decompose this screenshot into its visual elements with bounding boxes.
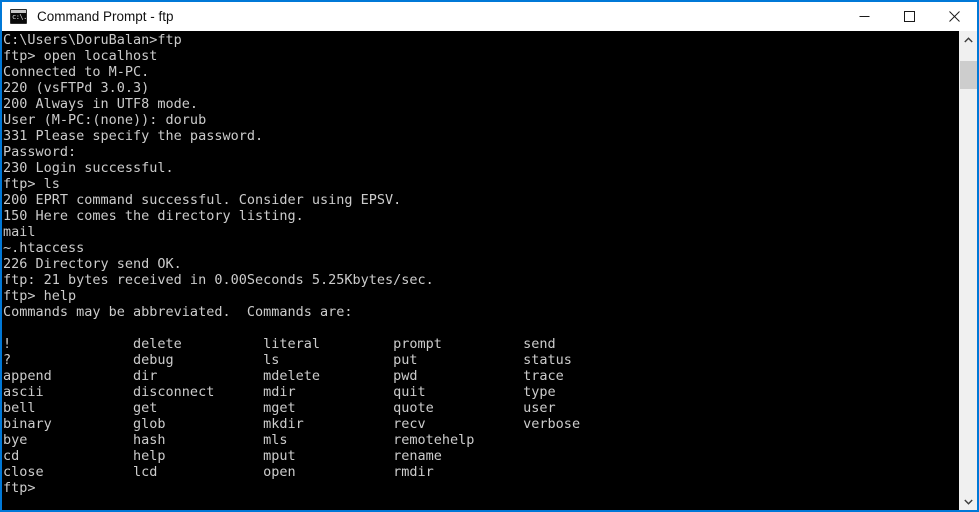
- command-prompt-window: c:\. Command Prompt - ftp C:\Users\DoruB…: [0, 0, 979, 512]
- minimize-icon: [859, 16, 870, 17]
- scroll-up-button[interactable]: [960, 31, 977, 48]
- chevron-up-icon: [964, 36, 973, 42]
- scrollbar-thumb[interactable]: [960, 61, 977, 89]
- maximize-icon: [904, 11, 915, 22]
- window-controls: [842, 2, 977, 31]
- console-icon-glyph: c:\.: [12, 13, 27, 21]
- terminal-output-pane[interactable]: C:\Users\DoruBalan>ftp ftp> open localho…: [2, 31, 959, 510]
- vertical-scrollbar[interactable]: [959, 31, 977, 510]
- chevron-down-icon: [964, 499, 973, 505]
- minimize-button[interactable]: [842, 2, 887, 31]
- window-title: Command Prompt - ftp: [37, 9, 174, 24]
- title-bar-left: c:\. Command Prompt - ftp: [2, 2, 842, 31]
- close-button[interactable]: [932, 2, 977, 31]
- terminal-text: C:\Users\DoruBalan>ftp ftp> open localho…: [3, 32, 581, 496]
- close-icon: [949, 11, 960, 22]
- scroll-down-button[interactable]: [960, 493, 977, 510]
- title-bar[interactable]: c:\. Command Prompt - ftp: [2, 2, 977, 31]
- console-icon: c:\.: [10, 9, 27, 24]
- maximize-button[interactable]: [887, 2, 932, 31]
- scrollbar-track[interactable]: [960, 48, 977, 493]
- console-area: C:\Users\DoruBalan>ftp ftp> open localho…: [2, 31, 977, 510]
